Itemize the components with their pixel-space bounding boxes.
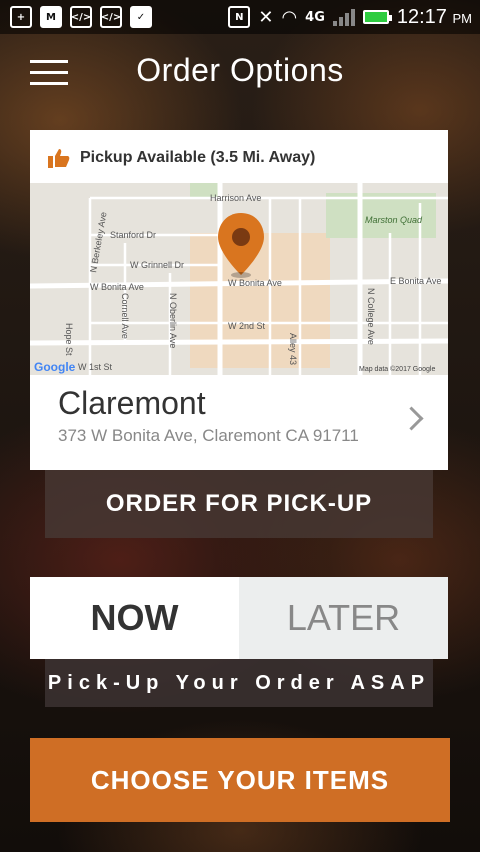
map-label: N College Ave bbox=[366, 288, 376, 345]
pickup-label: Pickup Available (3.5 Mi. Away) bbox=[80, 149, 316, 166]
map-label: Alley 43 bbox=[288, 333, 298, 365]
clock: 12:17 PM bbox=[396, 5, 472, 28]
location-name: Claremont bbox=[58, 385, 206, 421]
gmail-icon: M bbox=[40, 6, 62, 28]
map-label: N Oberlin Ave bbox=[168, 293, 178, 348]
nfc-icon: N bbox=[228, 6, 251, 28]
map-label: Marston Quad bbox=[365, 215, 423, 225]
signal-icon bbox=[332, 8, 355, 26]
wifi-icon: ◠ bbox=[281, 6, 298, 28]
map-label: W 1st St bbox=[78, 362, 113, 372]
location-address: 373 W Bonita Ave, Claremont CA 91711 bbox=[58, 426, 359, 445]
map-label: W Bonita Ave bbox=[90, 282, 144, 292]
check-icon: ✓ bbox=[130, 6, 152, 28]
now-option[interactable]: NOW bbox=[30, 577, 239, 659]
location-card[interactable]: Pickup Available (3.5 Mi. Away) Harrison… bbox=[30, 130, 448, 470]
timing-toggle: NOW LATER bbox=[30, 577, 448, 659]
timing-note: Pick-Up Your Order ASAP bbox=[45, 659, 433, 707]
google-logo: Google bbox=[34, 360, 76, 374]
status-bar: + M </> </> ✓ N ✕ ◠ 4G 12:17 PM bbox=[0, 0, 480, 34]
chevron-right-icon[interactable] bbox=[399, 406, 424, 431]
map-label: Hope St bbox=[64, 323, 74, 356]
store-map[interactable]: Harrison Ave Stanford Dr W Grinnell Dr W… bbox=[30, 183, 448, 375]
network-type: 4G bbox=[305, 9, 325, 25]
order-for-pickup-button[interactable]: ORDER FOR PICK-UP bbox=[45, 470, 433, 538]
code-icon: </> bbox=[70, 6, 92, 28]
thumbs-up-icon bbox=[48, 149, 70, 168]
page-title: Order Options bbox=[136, 52, 344, 88]
map-attribution: Map data ©2017 Google bbox=[359, 365, 435, 373]
map-label: W Grinnell Dr bbox=[130, 260, 184, 270]
app-header: Order Options bbox=[0, 42, 480, 106]
map-label: Harrison Ave bbox=[210, 193, 261, 203]
code-icon: </> bbox=[100, 6, 122, 28]
mute-icon: ✕ bbox=[258, 6, 274, 28]
battery-icon bbox=[362, 10, 392, 24]
add-notification-icon: + bbox=[10, 6, 32, 28]
later-option[interactable]: LATER bbox=[239, 577, 448, 659]
map-label: E Bonita Ave bbox=[390, 276, 441, 286]
choose-items-button[interactable]: CHOOSE YOUR ITEMS bbox=[30, 738, 450, 822]
pickup-availability: Pickup Available (3.5 Mi. Away) bbox=[48, 148, 315, 168]
map-label: Stanford Dr bbox=[110, 230, 156, 240]
map-label: W 2nd St bbox=[228, 321, 266, 331]
map-label: Cornell Ave bbox=[120, 293, 130, 339]
map-label: W Bonita Ave bbox=[228, 278, 282, 288]
